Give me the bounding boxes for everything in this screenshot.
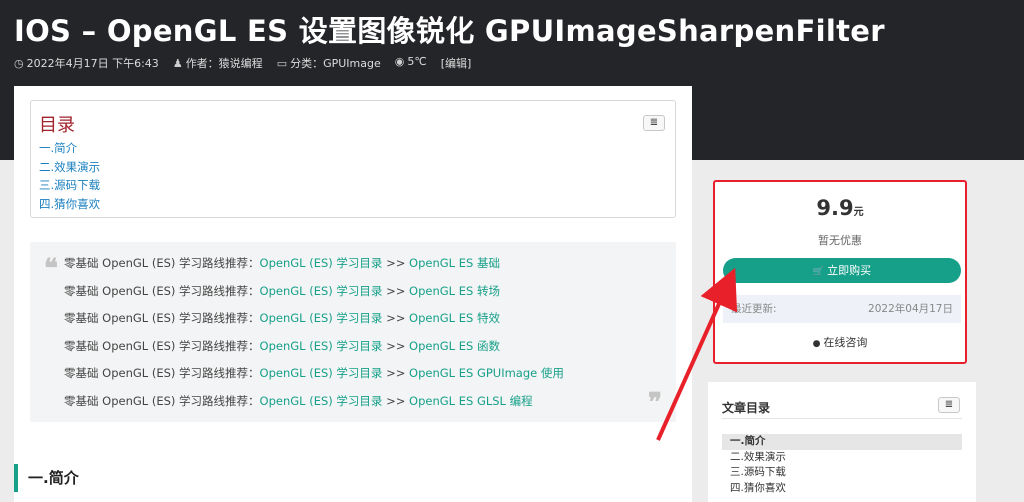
- edit-link[interactable]: [编辑]: [441, 55, 472, 71]
- separator: >>: [382, 256, 410, 270]
- page-title: IOS – OpenGL ES 设置图像锐化 GPUImageSharpenFi…: [14, 14, 885, 48]
- opengl-catalog-link[interactable]: OpenGL (ES) 学习目录: [260, 256, 383, 270]
- article-body: 目录 ≣ 一.简介 二.效果演示 三.源码下载 四.猜你喜欢 ❝ 零基础 Ope…: [14, 86, 692, 502]
- post-author[interactable]: ♟ 作者：猿说编程: [173, 55, 263, 71]
- post-author-text: 作者：猿说编程: [185, 57, 263, 70]
- quote-close-icon: ❞: [648, 388, 662, 418]
- sidebar-toc-toggle-button[interactable]: ≣: [938, 397, 960, 413]
- opengl-catalog-link[interactable]: OpenGL (ES) 学习目录: [260, 339, 383, 353]
- buy-now-label: 立即购买: [827, 264, 872, 277]
- opengl-catalog-link[interactable]: OpenGL (ES) 学习目录: [260, 311, 383, 325]
- quote-open-icon: ❝: [44, 254, 58, 284]
- recommend-prefix: 零基础 OpenGL (ES) 学习路线推荐：: [64, 393, 260, 408]
- qq-icon: ●: [812, 339, 821, 349]
- cart-icon: 🛒: [812, 267, 825, 277]
- separator: >>: [382, 283, 410, 298]
- divider: [722, 418, 962, 419]
- post-date: ◷ 2022年4月17日 下午6:43: [14, 55, 159, 71]
- eye-icon: ◉: [394, 55, 405, 68]
- post-date-text: 2022年4月17日 下午6:43: [26, 57, 159, 70]
- toc-item[interactable]: 一.简介: [39, 139, 100, 158]
- opengl-catalog-link[interactable]: OpenGL (ES) 学习目录: [260, 284, 383, 298]
- post-category-text: 分类：GPUImage: [290, 57, 381, 70]
- last-updated-label: 最近更新:: [731, 303, 777, 315]
- online-consult-link[interactable]: ● 在线咨询: [715, 334, 965, 350]
- price-value: 9.9: [816, 196, 854, 220]
- recommend-line: 零基础 OpenGL (ES) 学习路线推荐：OpenGL (ES) 学习目录 …: [64, 333, 564, 361]
- sidebar-toc-item[interactable]: 二.效果演示: [722, 450, 962, 466]
- last-updated-row: 最近更新: 2022年04月17日: [723, 295, 961, 323]
- last-updated-date: 2022年04月17日: [868, 303, 953, 315]
- sidebar-toc-title: 文章目录: [722, 401, 771, 415]
- buy-now-button[interactable]: 🛒 立即购买: [723, 258, 961, 283]
- clock-icon: ◷: [14, 57, 24, 70]
- post-meta: ◷ 2022年4月17日 下午6:43 ♟ 作者：猿说编程 ▭ 分类：GPUImage…: [14, 55, 471, 71]
- toc-title: 目录: [39, 115, 75, 136]
- post-views: ◉ 5℃: [395, 55, 427, 71]
- recommend-prefix: 零基础 OpenGL (ES) 学习路线推荐：: [64, 366, 260, 381]
- sidebar-toc-item[interactable]: 四.猜你喜欢: [722, 481, 962, 497]
- toc-item[interactable]: 四.猜你喜欢: [39, 195, 100, 214]
- separator: >>: [382, 338, 410, 353]
- toc-item[interactable]: 三.源码下载: [39, 176, 100, 195]
- post-category[interactable]: ▭ 分类：GPUImage: [277, 55, 381, 71]
- separator: >>: [382, 393, 410, 408]
- topic-link[interactable]: OpenGL ES GLSL 编程: [409, 394, 533, 408]
- sidebar-toc-list: 一.简介 二.效果演示 三.源码下载 四.猜你喜欢: [722, 434, 962, 496]
- recommend-line: 零基础 OpenGL (ES) 学习路线推荐：OpenGL (ES) 学习目录 …: [64, 360, 564, 388]
- recommend-line: 零基础 OpenGL (ES) 学习路线推荐：OpenGL (ES) 学习目录 …: [64, 388, 564, 416]
- toc-list: 一.简介 二.效果演示 三.源码下载 四.猜你喜欢: [39, 139, 100, 213]
- toc-toggle-button[interactable]: ≣: [643, 115, 665, 131]
- discount-text: 暂无优惠: [818, 234, 862, 247]
- recommend-prefix: 零基础 OpenGL (ES) 学习路线推荐：: [64, 283, 260, 298]
- topic-link[interactable]: OpenGL ES 特效: [409, 311, 500, 325]
- recommend-list: 零基础 OpenGL (ES) 学习路线推荐：OpenGL (ES) 学习目录 …: [64, 250, 564, 416]
- sidebar-toc-item[interactable]: 三.源码下载: [722, 465, 962, 481]
- recommend-quote: ❝ 零基础 OpenGL (ES) 学习路线推荐：OpenGL (ES) 学习目…: [30, 242, 676, 422]
- table-of-contents: 目录 ≣ 一.简介 二.效果演示 三.源码下载 四.猜你喜欢: [30, 100, 676, 218]
- topic-link[interactable]: OpenGL ES 基础: [409, 256, 500, 270]
- topic-link[interactable]: OpenGL ES 转场: [409, 284, 500, 298]
- recommend-line: 零基础 OpenGL (ES) 学习路线推荐：OpenGL (ES) 学习目录 …: [64, 250, 564, 278]
- purchase-card: 9.9元 暂无优惠 🛒 立即购买 最近更新: 2022年04月17日 ● 在线咨询: [713, 180, 967, 364]
- user-icon: ♟: [172, 57, 183, 70]
- separator: >>: [382, 366, 410, 381]
- online-consult-label: 在线咨询: [823, 336, 868, 349]
- topic-link[interactable]: OpenGL ES 函数: [409, 339, 500, 353]
- recommend-prefix: 零基础 OpenGL (ES) 学习路线推荐：: [64, 338, 260, 353]
- price: 9.9元: [715, 196, 965, 220]
- post-views-text: 5℃: [407, 55, 427, 68]
- folder-icon: ▭: [276, 57, 288, 70]
- sidebar-toc-item[interactable]: 一.简介: [722, 434, 962, 450]
- opengl-catalog-link[interactable]: OpenGL (ES) 学习目录: [260, 394, 383, 408]
- sidebar-article-toc: 文章目录 ≣ 一.简介 二.效果演示 三.源码下载 四.猜你喜欢: [708, 382, 976, 502]
- recommend-prefix: 零基础 OpenGL (ES) 学习路线推荐：: [64, 311, 260, 326]
- toc-item[interactable]: 二.效果演示: [39, 158, 100, 177]
- recommend-line: 零基础 OpenGL (ES) 学习路线推荐：OpenGL (ES) 学习目录 …: [64, 278, 564, 306]
- recommend-line: 零基础 OpenGL (ES) 学习路线推荐：OpenGL (ES) 学习目录 …: [64, 305, 564, 333]
- price-unit: 元: [853, 207, 864, 218]
- separator: >>: [382, 311, 410, 326]
- recommend-prefix: 零基础 OpenGL (ES) 学习路线推荐：: [64, 256, 260, 270]
- topic-link[interactable]: OpenGL ES GPUImage 使用: [409, 366, 564, 380]
- section-heading: 一.简介: [14, 464, 79, 492]
- opengl-catalog-link[interactable]: OpenGL (ES) 学习目录: [260, 366, 383, 380]
